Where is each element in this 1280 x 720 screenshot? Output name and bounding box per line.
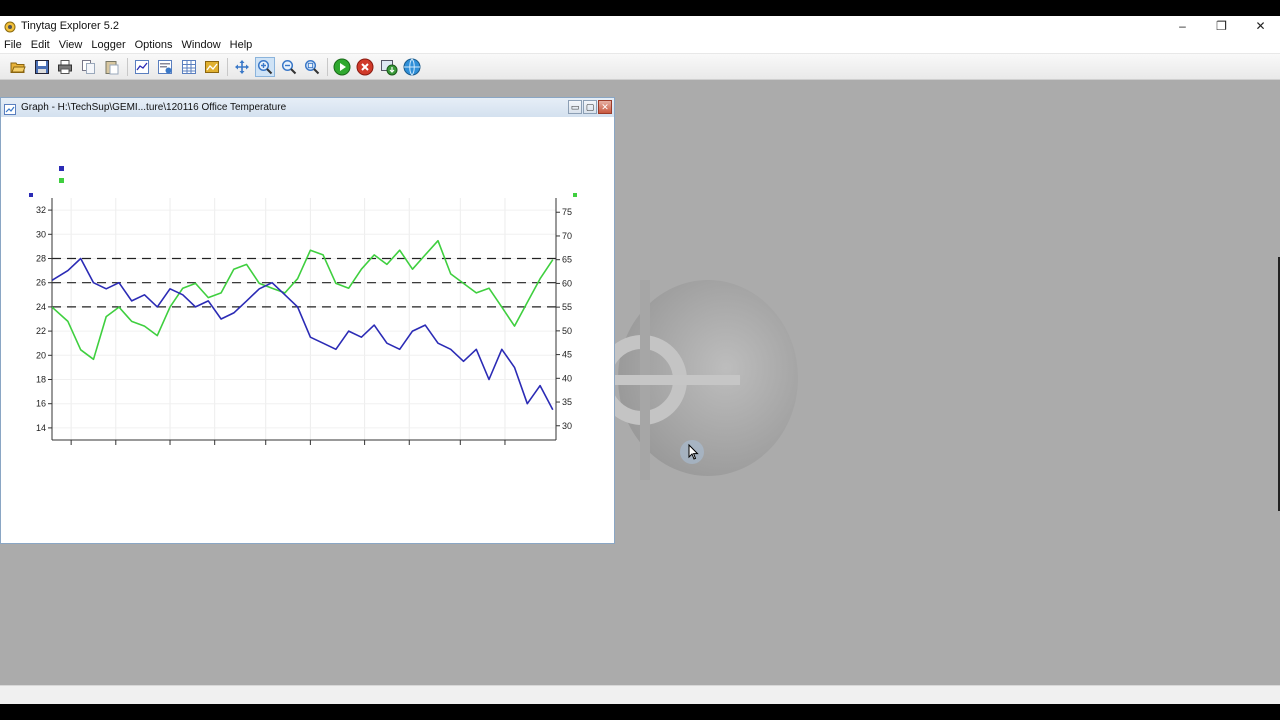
letterbox-bottom <box>0 704 1280 720</box>
y2-axis-series-marker <box>573 193 577 197</box>
graph-window-title-bar[interactable]: Graph - H:\TechSup\GEMI...ture\120116 Of… <box>1 98 614 117</box>
y-tick-label: 14 <box>36 423 46 433</box>
graph-view-icon <box>134 59 150 75</box>
y2-tick-label: 70 <box>562 231 572 241</box>
app-icon <box>4 20 16 33</box>
graph-maximize-button[interactable]: ▢ <box>583 100 597 114</box>
y2-tick-label: 65 <box>562 255 572 265</box>
chart[interactable]: 14 16 18 20 22 24 26 28 30 32 30 35 40 45 50 55 60 65 70 75 <box>4 117 611 541</box>
table-view-icon <box>181 59 197 75</box>
realtime-button[interactable] <box>402 57 422 77</box>
save-button[interactable] <box>32 57 52 77</box>
y2-tick-label: 35 <box>562 397 572 407</box>
series-line-temperature <box>52 257 554 411</box>
summary-view-icon <box>157 59 173 75</box>
y-tick-label: 18 <box>36 375 46 385</box>
overview-icon <box>204 59 220 75</box>
overview-button[interactable] <box>202 57 222 77</box>
menu-view[interactable]: View <box>55 39 88 51</box>
legend-swatch-0 <box>59 166 64 171</box>
mdi-workspace: Graph - H:\TechSup\GEMI...ture\120116 Of… <box>0 80 1280 685</box>
y2-tick-label: 60 <box>562 278 572 288</box>
mouse-cursor <box>680 440 704 464</box>
menu-file[interactable]: File <box>0 39 27 51</box>
menu-help[interactable]: Help <box>226 39 258 51</box>
start-logger-icon <box>333 58 351 76</box>
y-axis-series-marker <box>29 193 33 197</box>
y2-tick-label: 55 <box>562 302 572 312</box>
paste-icon <box>104 59 120 75</box>
print-button[interactable] <box>55 57 75 77</box>
zoom-in-icon <box>257 59 273 75</box>
legend-swatch-1 <box>59 178 64 183</box>
open-file-icon <box>10 59 26 75</box>
zoom-reset-icon <box>304 59 320 75</box>
paste-button[interactable] <box>102 57 122 77</box>
window-title: Tinytag Explorer 5.2 <box>21 20 120 32</box>
graph-view-button[interactable] <box>132 57 152 77</box>
toolbar <box>0 54 1280 80</box>
graph-area[interactable]: 14 16 18 20 22 24 26 28 30 32 30 35 40 45 50 55 60 65 70 75 <box>4 117 611 541</box>
letterbox-top <box>0 0 1280 16</box>
y-tick-label: 22 <box>36 326 46 336</box>
stop-logger-icon <box>356 58 374 76</box>
y2-tick-label: 45 <box>562 350 572 360</box>
y2-tick-label: 40 <box>562 373 572 383</box>
graph-minimize-button[interactable]: ▭ <box>568 100 582 114</box>
toolbar-separator <box>226 57 228 76</box>
toolbar-separator <box>126 57 128 76</box>
save-icon <box>34 59 50 75</box>
y-tick-label: 16 <box>36 399 46 409</box>
y-tick-label: 26 <box>36 278 46 288</box>
y-tick-label: 28 <box>36 254 46 264</box>
open-file-button[interactable] <box>8 57 28 77</box>
title-bar: Tinytag Explorer 5.2 – ❐ ✕ <box>0 16 1280 36</box>
start-logger-button[interactable] <box>332 57 352 77</box>
get-data-icon <box>380 58 398 76</box>
pan-button[interactable] <box>232 57 252 77</box>
graph-icon <box>4 102 16 115</box>
menu-window[interactable]: Window <box>178 39 226 51</box>
y2-tick-label: 30 <box>562 421 572 431</box>
maximize-button[interactable]: ❐ <box>1202 16 1241 36</box>
minimize-button[interactable]: – <box>1163 16 1202 36</box>
tinytag-explorer-app: Tinytag Explorer 5.2 – ❐ ✕ File Edit View L… <box>0 16 1280 704</box>
y2-tick-label: 75 <box>562 207 572 217</box>
menu-bar: File Edit View Logger Options Window Help <box>0 36 1280 54</box>
menu-edit[interactable]: Edit <box>27 39 55 51</box>
zoom-reset-button[interactable] <box>302 57 322 77</box>
graph-window-title: Graph - H:\TechSup\GEMI...ture\120116 Of… <box>21 102 287 113</box>
status-bar <box>0 685 1280 704</box>
realtime-icon <box>403 58 421 76</box>
y-tick-label: 20 <box>36 350 46 360</box>
copy-icon <box>81 59 97 75</box>
get-data-button[interactable] <box>379 57 399 77</box>
close-button[interactable]: ✕ <box>1241 16 1280 36</box>
zoom-out-icon <box>281 59 297 75</box>
table-view-button[interactable] <box>179 57 199 77</box>
y2-tick-label: 50 <box>562 326 572 336</box>
pan-icon <box>234 59 250 75</box>
y-tick-label: 30 <box>36 229 46 239</box>
y-tick-label: 24 <box>36 302 46 312</box>
summary-view-button[interactable] <box>155 57 175 77</box>
zoom-in-button[interactable] <box>255 56 275 77</box>
zoom-out-button[interactable] <box>279 57 299 77</box>
graph-close-button[interactable]: ✕ <box>598 100 612 114</box>
menu-logger[interactable]: Logger <box>87 39 130 51</box>
copy-button[interactable] <box>79 57 99 77</box>
y-tick-label: 32 <box>36 205 46 215</box>
menu-options[interactable]: Options <box>131 39 178 51</box>
toolbar-separator <box>326 57 328 76</box>
graph-window: Graph - H:\TechSup\GEMI...ture\120116 Of… <box>0 97 615 544</box>
print-icon <box>57 59 73 75</box>
stop-logger-button[interactable] <box>355 57 375 77</box>
